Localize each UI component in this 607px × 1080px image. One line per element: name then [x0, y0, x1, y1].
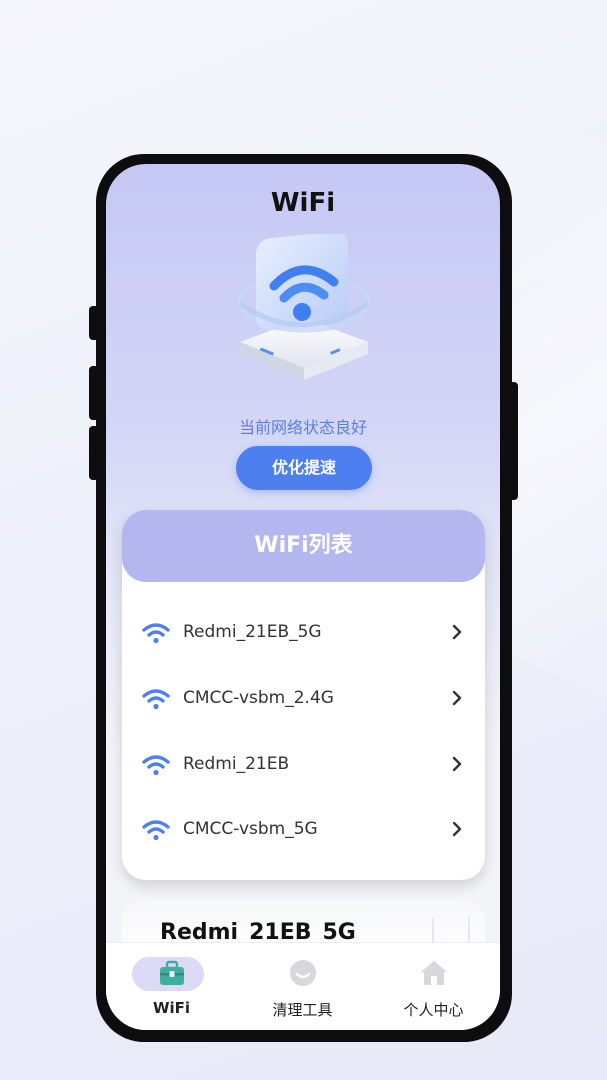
phone-power-button	[509, 382, 518, 500]
tab-label: 个人中心	[403, 1001, 464, 1019]
wifi-network-name: Redmi_21EB_5G	[183, 622, 322, 642]
tab-label: WiFi	[152, 999, 191, 1017]
tab-profile[interactable]: 个人中心	[368, 943, 499, 1030]
router-wifi-illustration	[237, 234, 371, 380]
optimize-speed-button[interactable]: 优化提速	[236, 446, 372, 490]
wifi-signal-icon	[142, 820, 170, 841]
tab-label: 清理工具	[272, 1001, 333, 1019]
phone-volume-down	[89, 426, 99, 480]
chevron-right-icon	[452, 821, 462, 837]
wifi-network-item[interactable]: Redmi_21EB_5G	[122, 606, 485, 662]
wifi-network-item[interactable]: CMCC-vsbm_5G	[122, 803, 485, 859]
tab-wifi[interactable]: WiFi	[106, 943, 237, 1030]
wifi-network-item[interactable]: CMCC-vsbm_2.4G	[122, 672, 485, 728]
page-title: WiFi	[270, 188, 336, 218]
chevron-right-icon	[452, 624, 462, 640]
network-status-text: 当前网络状态良好	[238, 418, 367, 437]
chevron-right-icon	[452, 756, 462, 772]
phone-side-button	[89, 306, 99, 340]
tab-cleaning-tools[interactable]: 清理工具	[237, 943, 368, 1030]
wifi-network-name: CMCC-vsbm_5G	[183, 819, 318, 839]
wifi-signal-icon	[142, 689, 170, 710]
wifi-list-header: WiFi列表	[122, 510, 485, 582]
smile-icon	[289, 960, 316, 986]
wifi-network-name: Redmi_21EB	[183, 754, 290, 774]
toolbox-icon	[159, 960, 184, 985]
home-icon	[420, 961, 447, 985]
phone-volume-up	[89, 366, 99, 420]
wifi-list-card: WiFi列表 Redmi_21EB_5G CMCC-vsbm_2.4G Redm…	[122, 510, 485, 880]
app-screen: WiFi 当前网络状态良好 优化提速 WiFi列表 Redmi_21EB_5G …	[106, 164, 500, 1030]
wifi-network-item[interactable]: Redmi_21EB	[122, 738, 485, 794]
bottom-tab-bar: WiFi 清理工具 个人中心	[106, 942, 500, 1030]
wifi-signal-icon	[142, 623, 170, 644]
wifi-signal-icon	[142, 755, 170, 776]
chevron-right-icon	[452, 690, 462, 706]
wifi-network-name: CMCC-vsbm_2.4G	[183, 688, 334, 708]
